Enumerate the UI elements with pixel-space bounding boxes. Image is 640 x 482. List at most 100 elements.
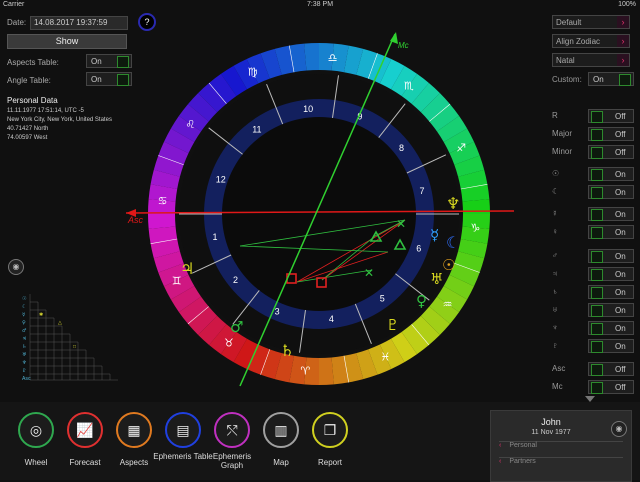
nav-icon: 📈	[76, 421, 94, 438]
zodiac-segment	[319, 357, 334, 385]
visibility-toggle[interactable]: On	[588, 167, 634, 181]
personal-data: Personal Data 11.11.1977 17:51:14, UTC -…	[7, 96, 112, 143]
toggle-box	[591, 251, 603, 263]
house-number: 11	[252, 124, 261, 134]
house-number: 1	[213, 232, 218, 242]
sun-icon: ☉	[442, 256, 455, 274]
nav-button-ephemeris-graph[interactable]: ⤲	[214, 412, 250, 448]
zodiac-sign-icon: ♌	[185, 118, 195, 131]
nav-icon: ❐	[323, 421, 337, 438]
house-number: 4	[329, 314, 334, 324]
zodiac-sign-icon: ♑	[470, 222, 480, 235]
nav-button-map[interactable]: ▥	[263, 412, 299, 448]
natal-wheel[interactable]: ♐♏♎♍♌♋♊♉♈♓♒♑ 123456789101112 ✕ ✕ Asc Mc …	[110, 14, 530, 394]
mc-label: Mc	[398, 41, 409, 50]
nav-icon: ▤	[176, 421, 190, 438]
visibility-toggle[interactable]: Off	[588, 362, 634, 376]
toggle-box	[591, 147, 603, 159]
svg-text:✕: ✕	[396, 217, 406, 231]
toggle-value: On	[615, 324, 626, 333]
svg-text:✕: ✕	[364, 266, 374, 280]
partners-link: Partners	[509, 458, 536, 465]
zodiac-sign-icon: ♐	[456, 142, 466, 155]
align-select[interactable]: Align Zodiac ›	[552, 34, 630, 48]
aspects-table-value: On	[91, 57, 102, 66]
visibility-toggle[interactable]: Off	[588, 109, 634, 123]
chart-style-select[interactable]: Default ›	[552, 15, 630, 29]
svg-text:♅: ♅	[22, 352, 26, 358]
toggle-value: Off	[615, 148, 626, 157]
toggle-box	[591, 111, 603, 123]
svg-text:△: △	[58, 320, 62, 326]
profile-partners-row[interactable]: ‹ Partners	[499, 457, 623, 470]
svg-text:♇: ♇	[22, 368, 26, 374]
zodiac-sign-icon: ♓	[380, 350, 390, 363]
nav-button-aspects[interactable]: ▦	[116, 412, 152, 448]
collapse-arrow-icon[interactable]	[585, 396, 595, 402]
visibility-toggle[interactable]: On	[588, 285, 634, 299]
battery-label: 100%	[618, 1, 636, 8]
zodiac-sign-icon: ♉	[224, 337, 234, 350]
zodiac-segment	[148, 214, 176, 229]
visibility-toggle[interactable]: On	[588, 339, 634, 353]
nav-icon: ⤲	[226, 421, 238, 438]
house-number: 5	[380, 294, 385, 304]
house-number: 10	[303, 104, 313, 114]
visibility-toggle[interactable]: On	[588, 249, 634, 263]
chart-type-value: Natal	[556, 56, 575, 65]
personal-link: Personal	[509, 442, 537, 449]
visibility-toggle[interactable]: On	[588, 267, 634, 281]
nav-button-forecast[interactable]: 📈	[67, 412, 103, 448]
profile-card[interactable]: John 11 Nov 1977 ◉ ‹ Personal ‹ Partners	[490, 410, 632, 482]
custom-label: Custom:	[552, 75, 582, 84]
status-time: 7:38 PM	[306, 1, 334, 8]
toggle-label: R	[552, 111, 558, 120]
toggle-box	[591, 364, 603, 376]
toggle-value: On	[615, 270, 626, 279]
visibility-toggle[interactable]: On	[588, 303, 634, 317]
nav-button-wheel[interactable]: ◎	[18, 412, 54, 448]
toggle-value: On	[615, 252, 626, 261]
pluto-icon: ♇	[386, 316, 399, 334]
toggle-value: On	[615, 306, 626, 315]
toggle-value: On	[615, 288, 626, 297]
visibility-toggle[interactable]: On	[588, 207, 634, 221]
svg-text:Asc: Asc	[22, 376, 31, 382]
neptune-icon: ♆	[446, 194, 460, 213]
svg-text:□: □	[73, 344, 76, 350]
chevron-right-icon: ›	[617, 16, 629, 28]
aspect-area	[222, 117, 416, 311]
nav-button-ephemeris-table[interactable]: ▤	[165, 412, 201, 448]
personal-line: 74.00597 West	[7, 135, 48, 141]
toggle-value: On	[615, 188, 626, 197]
zodiac-sign-icon: ♎	[328, 52, 338, 65]
chevron-left-icon: ‹	[499, 458, 502, 465]
nav-icon: ▦	[127, 421, 141, 438]
visibility-toggle[interactable]: On	[588, 225, 634, 239]
mars-icon: ♂	[230, 318, 243, 336]
chart-type-select[interactable]: Natal ›	[552, 53, 630, 67]
zodiac-sign-icon: ♋	[158, 194, 168, 207]
nav-button-report[interactable]: ❐	[312, 412, 348, 448]
profile-personal-row[interactable]: ‹ Personal	[499, 441, 623, 454]
personal-line: New York City, New York, United States	[7, 117, 112, 123]
show-button[interactable]: Show	[7, 34, 127, 49]
visibility-toggle[interactable]: Off	[588, 127, 634, 141]
house-number: 7	[419, 186, 424, 196]
zodiac-segment	[304, 43, 319, 71]
visibility-toggle[interactable]: On	[588, 321, 634, 335]
visibility-toggle[interactable]: Off	[588, 380, 634, 394]
profile-gear-icon[interactable]: ◉	[611, 421, 627, 437]
toggle-label: Mc	[552, 382, 563, 391]
toggle-value: Off	[615, 112, 626, 121]
chevron-right-icon: ›	[617, 54, 629, 66]
toggle-value: On	[615, 228, 626, 237]
house-number: 3	[275, 307, 280, 317]
custom-toggle[interactable]: On	[588, 72, 634, 86]
toggle-label: ♀	[552, 227, 558, 236]
visibility-toggle[interactable]: Off	[588, 145, 634, 159]
settings-gear-icon[interactable]: ◉	[8, 259, 24, 275]
toggle-label: Major	[552, 129, 573, 138]
toggle-label: Asc	[552, 364, 566, 373]
visibility-toggle[interactable]: On	[588, 185, 634, 199]
